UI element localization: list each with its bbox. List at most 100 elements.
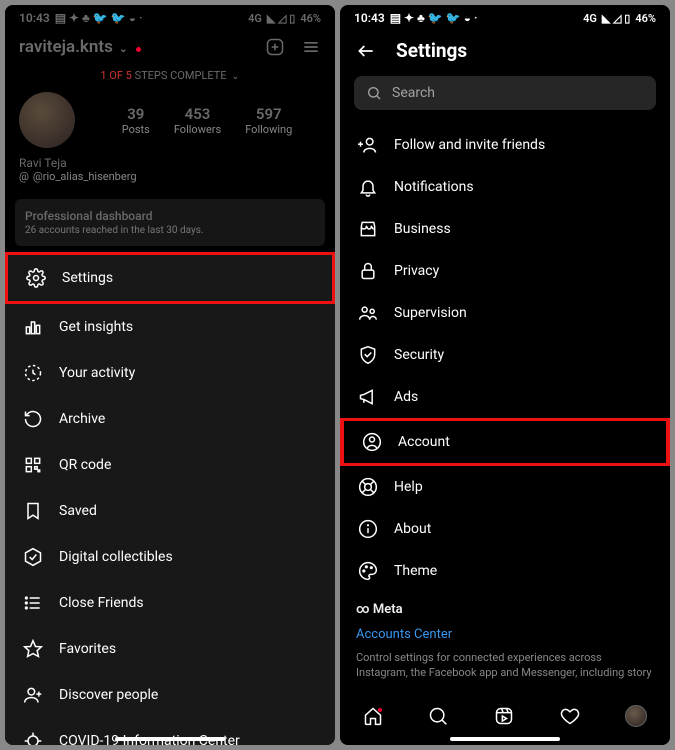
status-network: 4G [583, 12, 597, 25]
status-notif-icons: ▤ ✦ ♣ 🐦 🐦 ◒ · [390, 11, 478, 25]
settings-label: About [394, 521, 431, 537]
dashboard-subtitle: 26 accounts reached in the last 30 days. [25, 225, 315, 236]
nav-home-icon[interactable] [363, 706, 383, 726]
menu-close-friends[interactable]: Close Friends [5, 580, 335, 626]
menu-label: Saved [59, 503, 97, 519]
status-bar: 10:43 ▤ ✦ ♣ 🐦 🐦 ◒ · 4G ◣ ◿ ▯ 46% [5, 5, 335, 29]
chart-icon [23, 317, 43, 337]
status-battery: 46% [300, 12, 321, 25]
profile-handle[interactable]: @ @rio_alias_hisenberg [5, 170, 335, 193]
menu-saved[interactable]: Saved [5, 488, 335, 534]
accounts-center-link[interactable]: Accounts Center [356, 627, 654, 642]
menu-label: Digital collectibles [59, 549, 173, 565]
dashboard-title: Professional dashboard [25, 209, 315, 223]
menu-favorites[interactable]: Favorites [5, 626, 335, 672]
storefront-icon [358, 219, 378, 239]
menu-label: Settings [62, 270, 113, 286]
menu-discover-people[interactable]: Discover people [5, 672, 335, 718]
home-indicator[interactable] [450, 737, 560, 741]
list-icon [23, 593, 43, 613]
search-icon [366, 85, 382, 101]
left-phone-profile-menu: 10:43 ▤ ✦ ♣ 🐦 🐦 ◒ · 4G ◣ ◿ ▯ 46% ravitej… [5, 5, 335, 745]
notification-dot-icon [136, 47, 141, 52]
settings-theme[interactable]: Theme [340, 550, 670, 592]
menu-archive[interactable]: Archive [5, 396, 335, 442]
add-person-icon [23, 685, 43, 705]
nav-search-icon[interactable] [428, 706, 448, 726]
search-placeholder: Search [392, 85, 435, 101]
home-indicator[interactable] [115, 737, 225, 741]
status-notif-icons: ▤ ✦ ♣ 🐦 🐦 ◒ · [55, 11, 143, 25]
menu-label: Favorites [59, 641, 116, 657]
qrcode-icon [23, 455, 43, 475]
chevron-down-icon: ⌄ [231, 71, 239, 82]
settings-label: Theme [394, 563, 437, 579]
settings-help[interactable]: Help [340, 466, 670, 508]
meta-section: ∞ Meta Accounts Center Control settings … [340, 592, 670, 681]
settings-privacy[interactable]: Privacy [340, 250, 670, 292]
hamburger-menu-icon[interactable] [301, 37, 321, 57]
settings-label: Business [394, 221, 451, 237]
menu-label: Your activity [59, 365, 135, 381]
settings-ads[interactable]: Ads [340, 376, 670, 418]
hexagon-icon [23, 547, 43, 567]
username-text: raviteja.knts [19, 37, 113, 57]
shield-icon [358, 345, 378, 365]
archive-icon [23, 409, 43, 429]
status-bar: 10:43 ▤ ✦ ♣ 🐦 🐦 ◒ · 4G ◣ ◿ ▯ 46% [340, 5, 670, 29]
profile-stats-row: 39 Posts 453 Followers 597 Following [5, 92, 335, 156]
search-input[interactable]: Search [354, 76, 656, 110]
status-signal-icons: ◣ ◿ ▯ [602, 12, 630, 25]
menu-label: Get insights [59, 319, 133, 335]
stat-followers[interactable]: 453 Followers [174, 105, 221, 136]
nav-profile-avatar[interactable] [625, 705, 647, 727]
settings-account[interactable]: Account [340, 418, 670, 466]
settings-notifications[interactable]: Notifications [340, 166, 670, 208]
settings-header: Settings [340, 29, 670, 76]
create-post-icon[interactable] [265, 37, 285, 57]
right-phone-settings: 10:43 ▤ ✦ ♣ 🐦 🐦 ◒ · 4G ◣ ◿ ▯ 46% Setting… [340, 5, 670, 745]
settings-security[interactable]: Security [340, 334, 670, 376]
profile-avatar[interactable] [19, 92, 75, 148]
bookmark-icon [23, 501, 43, 521]
page-title: Settings [396, 39, 467, 62]
menu-activity[interactable]: Your activity [5, 350, 335, 396]
settings-supervision[interactable]: Supervision [340, 292, 670, 334]
bell-icon [358, 177, 378, 197]
menu-insights[interactable]: Get insights [5, 304, 335, 350]
stat-posts[interactable]: 39 Posts [122, 105, 150, 136]
profile-header: raviteja.knts ⌄ [5, 29, 335, 65]
settings-label: Security [394, 347, 444, 363]
nav-activity-icon[interactable] [560, 706, 580, 726]
professional-dashboard-card[interactable]: Professional dashboard 26 accounts reach… [15, 199, 325, 246]
nav-reels-icon[interactable] [494, 706, 514, 726]
meta-logo: ∞ Meta [356, 602, 654, 617]
settings-label: Account [398, 434, 450, 450]
settings-business[interactable]: Business [340, 208, 670, 250]
settings-list: Follow and invite friends Notifications … [340, 124, 670, 695]
steps-label: STEPS COMPLETE [132, 69, 227, 82]
settings-about[interactable]: About [340, 508, 670, 550]
star-icon [23, 639, 43, 659]
status-battery: 46% [635, 12, 656, 25]
menu-settings[interactable]: Settings [5, 252, 335, 304]
settings-label: Help [394, 479, 423, 495]
settings-follow-invite[interactable]: Follow and invite friends [340, 124, 670, 166]
menu-qrcode[interactable]: QR code [5, 442, 335, 488]
lock-icon [358, 261, 378, 281]
menu-digital-collectibles[interactable]: Digital collectibles [5, 534, 335, 580]
lifebuoy-icon [358, 477, 378, 497]
back-arrow-icon[interactable] [356, 41, 376, 61]
settings-label: Privacy [394, 263, 439, 279]
info-icon [358, 519, 378, 539]
menu-label: Archive [59, 411, 105, 427]
megaphone-icon [358, 387, 378, 407]
stat-following[interactable]: 597 Following [245, 105, 292, 136]
settings-label: Ads [394, 389, 418, 405]
menu-label: QR code [59, 457, 111, 473]
profile-steps-complete[interactable]: 1 OF 5 STEPS COMPLETE ⌄ [5, 65, 335, 92]
gear-icon [26, 268, 46, 288]
username-dropdown[interactable]: raviteja.knts ⌄ [19, 37, 255, 57]
palette-icon [358, 561, 378, 581]
chevron-down-icon: ⌄ [119, 44, 127, 55]
